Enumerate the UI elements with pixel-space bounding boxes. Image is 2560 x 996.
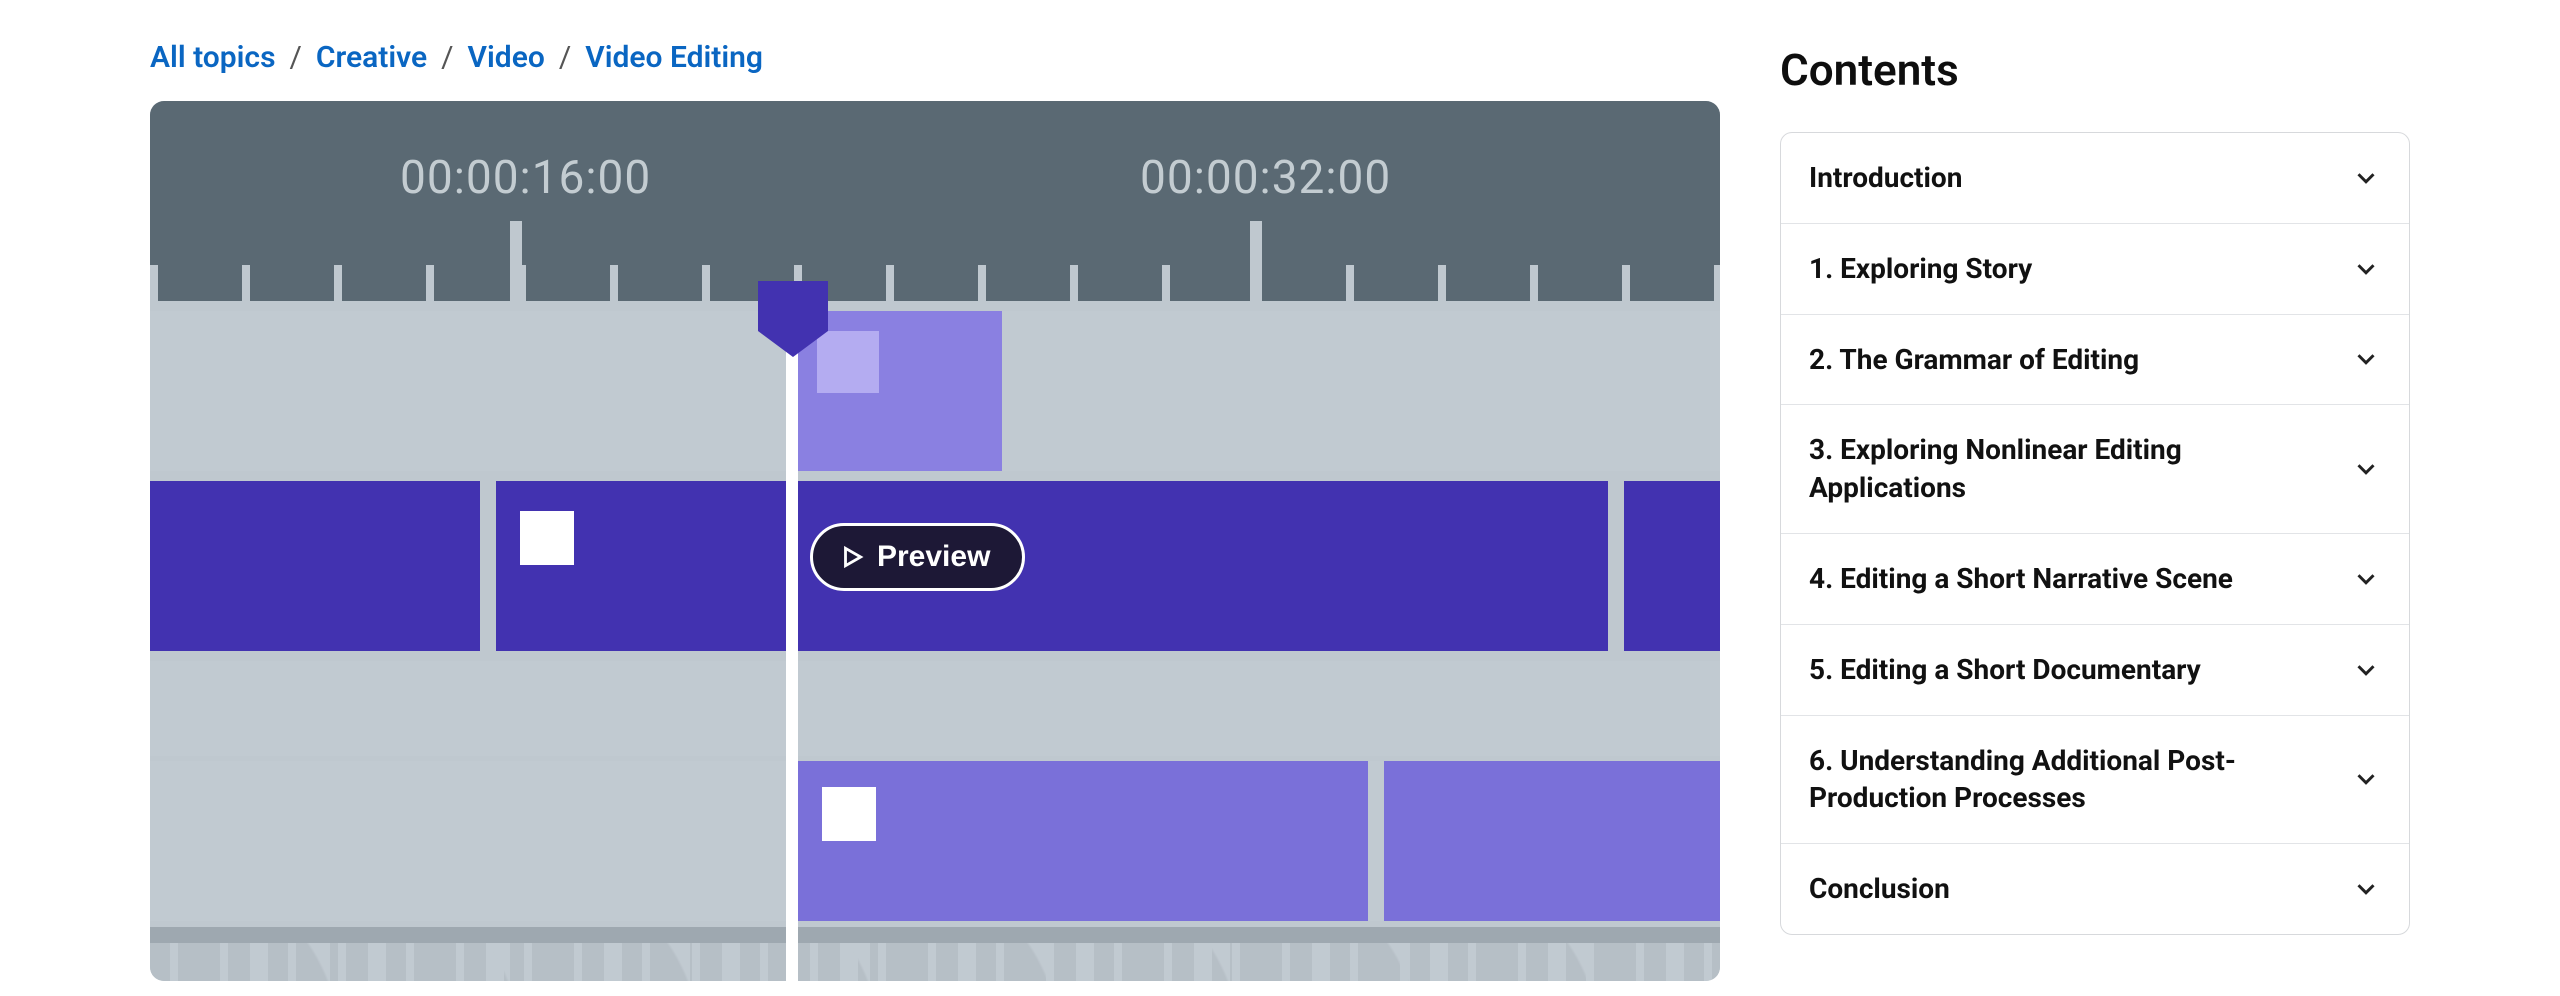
timeline-track-spacer (150, 661, 1720, 756)
timeline-track-3 (150, 761, 1720, 921)
timecode-1: 00:00:16:00 (400, 151, 651, 205)
chevron-down-icon (2351, 655, 2381, 685)
toc-item-label: Conclusion (1809, 870, 1950, 908)
chevron-down-icon (2351, 454, 2381, 484)
breadcrumb-link-video[interactable]: Video (468, 40, 545, 75)
toc-item-label: Introduction (1809, 159, 1962, 197)
toc-item-label: 4. Editing a Short Narrative Scene (1809, 560, 2233, 598)
course-hero-artwork[interactable]: 00:00:16:00 00:00:32:00 (150, 101, 1720, 981)
toc-item-post-production[interactable]: 6. Understanding Additional Post-Product… (1781, 716, 2409, 845)
clip (1384, 761, 1720, 921)
preview-button-label: Preview (877, 540, 990, 574)
chevron-down-icon (2351, 344, 2381, 374)
toc-item-label: 1. Exploring Story (1809, 250, 2032, 288)
toc-item-label: 2. The Grammar of Editing (1809, 341, 2139, 379)
clip-thumb-icon (822, 787, 876, 841)
toc-item-grammar-editing[interactable]: 2. The Grammar of Editing (1781, 315, 2409, 406)
playhead-line (786, 306, 798, 981)
breadcrumb-separator: / (559, 40, 571, 75)
clip (496, 481, 786, 651)
breadcrumb-separator: / (290, 40, 302, 75)
playhead-marker-icon (758, 281, 828, 331)
toc-item-short-documentary[interactable]: 5. Editing a Short Documentary (1781, 625, 2409, 716)
timeline-divider (150, 927, 1720, 943)
breadcrumb-link-all-topics[interactable]: All topics (150, 40, 276, 75)
contents-title: Contents (1780, 44, 2410, 96)
toc-item-conclusion[interactable]: Conclusion (1781, 844, 2409, 934)
ruler-major-ticks (150, 221, 1720, 301)
chevron-down-icon (2351, 764, 2381, 794)
audio-waveform-icon (150, 943, 1720, 981)
breadcrumb-separator: / (441, 40, 453, 75)
breadcrumb-link-creative[interactable]: Creative (316, 40, 427, 75)
contents-sidebar: Contents Introduction 1. Exploring Story… (1780, 40, 2410, 935)
clip (1624, 481, 1720, 651)
toc-item-introduction[interactable]: Introduction (1781, 133, 2409, 224)
timeline-audio-track (150, 943, 1720, 981)
timeline-header: 00:00:16:00 00:00:32:00 (150, 101, 1720, 301)
toc-item-label: 6. Understanding Additional Post-Product… (1809, 742, 2331, 818)
toc-item-narrative-scene[interactable]: 4. Editing a Short Narrative Scene (1781, 534, 2409, 625)
timecode-2: 00:00:32:00 (1140, 151, 1391, 205)
preview-button[interactable]: Preview (810, 523, 1025, 591)
chevron-down-icon (2351, 564, 2381, 594)
clip (150, 481, 480, 651)
chevron-down-icon (2351, 254, 2381, 284)
toc-item-label: 3. Exploring Nonlinear Editing Applicati… (1809, 431, 2331, 507)
contents-list: Introduction 1. Exploring Story 2. The G… (1780, 132, 2410, 935)
breadcrumb-link-video-editing[interactable]: Video Editing (585, 40, 763, 75)
chevron-down-icon (2351, 874, 2381, 904)
timeline-track-1 (150, 311, 1720, 471)
play-icon (839, 544, 865, 570)
toc-item-label: 5. Editing a Short Documentary (1809, 651, 2201, 689)
toc-item-nonlinear-editing[interactable]: 3. Exploring Nonlinear Editing Applicati… (1781, 405, 2409, 534)
breadcrumb: All topics / Creative / Video / Video Ed… (150, 40, 1720, 75)
chevron-down-icon (2351, 163, 2381, 193)
toc-item-exploring-story[interactable]: 1. Exploring Story (1781, 224, 2409, 315)
clip (798, 761, 1368, 921)
clip-thumb-icon (520, 511, 574, 565)
